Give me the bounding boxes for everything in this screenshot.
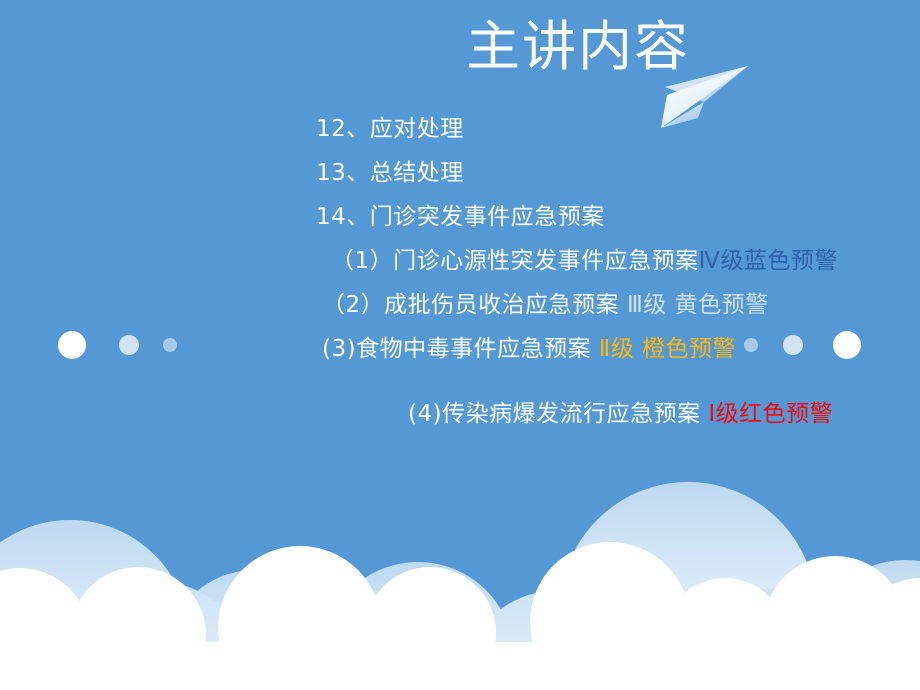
list-item-text: 14、门诊突发事件应急预案 (316, 204, 605, 230)
list-item: 12、应对处理 (316, 114, 464, 144)
page-title: 主讲内容 (466, 15, 690, 78)
cloud-band (0, 482, 920, 690)
alert-level-badge-red: Ⅰ级红色预警 (708, 401, 834, 427)
alert-level-badge-blue: Ⅳ级蓝色预警 (698, 248, 838, 274)
list-item-text: （2）成批伤员收治应急预案 (322, 292, 627, 318)
list-item: (3)食物中毒事件应急预案 Ⅱ级 橙色预警 (322, 334, 736, 364)
list-item: (4)传染病爆发流行应急预案 Ⅰ级红色预警 (408, 399, 833, 429)
decor-dot-small-right (744, 338, 758, 352)
list-item: （1）门诊心源性突发事件应急预案Ⅳ级蓝色预警 (331, 246, 838, 276)
decor-dot-medium-right (783, 335, 803, 355)
list-item-text: 12、应对处理 (316, 116, 464, 142)
list-item-text: (3)食物中毒事件应急预案 (322, 336, 599, 362)
list-item: （2）成批伤员收治应急预案 Ⅲ级 黄色预警 (322, 290, 769, 320)
alert-level-badge-orange: Ⅱ级 橙色预警 (598, 336, 737, 362)
list-item-text: (4)传染病爆发流行应急预案 (408, 401, 709, 427)
alert-level-badge-yellow: Ⅲ级 黄色预警 (626, 292, 769, 318)
slide-canvas: 主讲内容 12、应对处理 13、总结处理 14、门诊突发事件应急预案 （1）门诊… (0, 0, 920, 690)
list-item: 13、总结处理 (316, 158, 464, 188)
decor-dot-large-right (833, 331, 861, 359)
decor-dot-small-left (163, 338, 177, 352)
list-item: 14、门诊突发事件应急预案 (316, 202, 605, 232)
list-item-text: 13、总结处理 (316, 160, 464, 186)
list-item-text: （1）门诊心源性突发事件应急预案 (331, 248, 699, 274)
decor-dot-medium-left (119, 335, 139, 355)
decor-dot-large-left (58, 331, 86, 359)
